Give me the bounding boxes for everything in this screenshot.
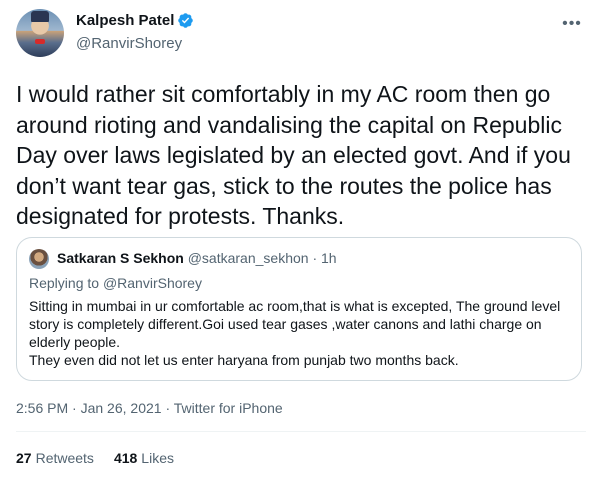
quoted-tweet[interactable]: Satkaran S Sekhon @satkaran_sekhon · 1h …: [16, 237, 582, 381]
meta-separator: ·: [72, 400, 81, 416]
quote-header: Satkaran S Sekhon @satkaran_sekhon · 1h: [57, 250, 337, 266]
quote-body-line: They even did not let us enter haryana f…: [29, 352, 459, 368]
tweet-card: Kalpesh Patel @RanvirShorey ••• I would …: [0, 0, 602, 481]
meta-separator: ·: [165, 400, 174, 416]
author-display-name[interactable]: Kalpesh Patel: [76, 12, 174, 29]
author-handle[interactable]: @RanvirShorey: [76, 35, 182, 52]
retweets-count: 27: [16, 450, 32, 466]
quote-author-avatar: [29, 249, 49, 269]
avatar-bowtie: [35, 39, 45, 44]
replying-prefix: Replying to: [29, 275, 100, 291]
likes-stat[interactable]: 418 Likes: [114, 450, 174, 466]
more-options-icon[interactable]: •••: [561, 14, 583, 34]
divider: [16, 431, 586, 432]
tweet-stats: 27 Retweets 418 Likes: [16, 450, 174, 466]
tweet-text: I would rather sit comfortably in my AC …: [16, 81, 571, 229]
likes-count: 418: [113, 450, 138, 466]
likes-label: Likes: [141, 450, 174, 466]
quote-time: · 1h: [312, 250, 337, 266]
retweets-stat[interactable]: 27 Retweets: [16, 450, 94, 466]
retweets-label: Retweets: [35, 450, 94, 466]
quote-replying-to: Replying to @RanvirShorey: [29, 275, 202, 291]
tweet-meta: 2:56 PM · Jan 26, 2021 · Twitter for iPh…: [16, 400, 283, 416]
author-avatar[interactable]: [16, 9, 64, 57]
avatar-hat: [31, 11, 49, 22]
tweet-source[interactable]: Twitter for iPhone: [174, 400, 283, 416]
tweet-time[interactable]: 2:56 PM: [16, 400, 68, 416]
quote-body-line: Sitting in mumbai in ur comfortable ac r…: [29, 298, 561, 350]
verified-badge-icon: [178, 13, 194, 28]
tweet-date[interactable]: Jan 26, 2021: [81, 400, 162, 416]
author-name-row[interactable]: Kalpesh Patel: [76, 12, 194, 29]
quote-author-handle: @satkaran_sekhon: [187, 250, 309, 266]
replying-mention[interactable]: @RanvirShorey: [103, 275, 202, 291]
quote-author-name: Satkaran S Sekhon: [57, 250, 184, 266]
quote-body: Sitting in mumbai in ur comfortable ac r…: [29, 297, 569, 369]
